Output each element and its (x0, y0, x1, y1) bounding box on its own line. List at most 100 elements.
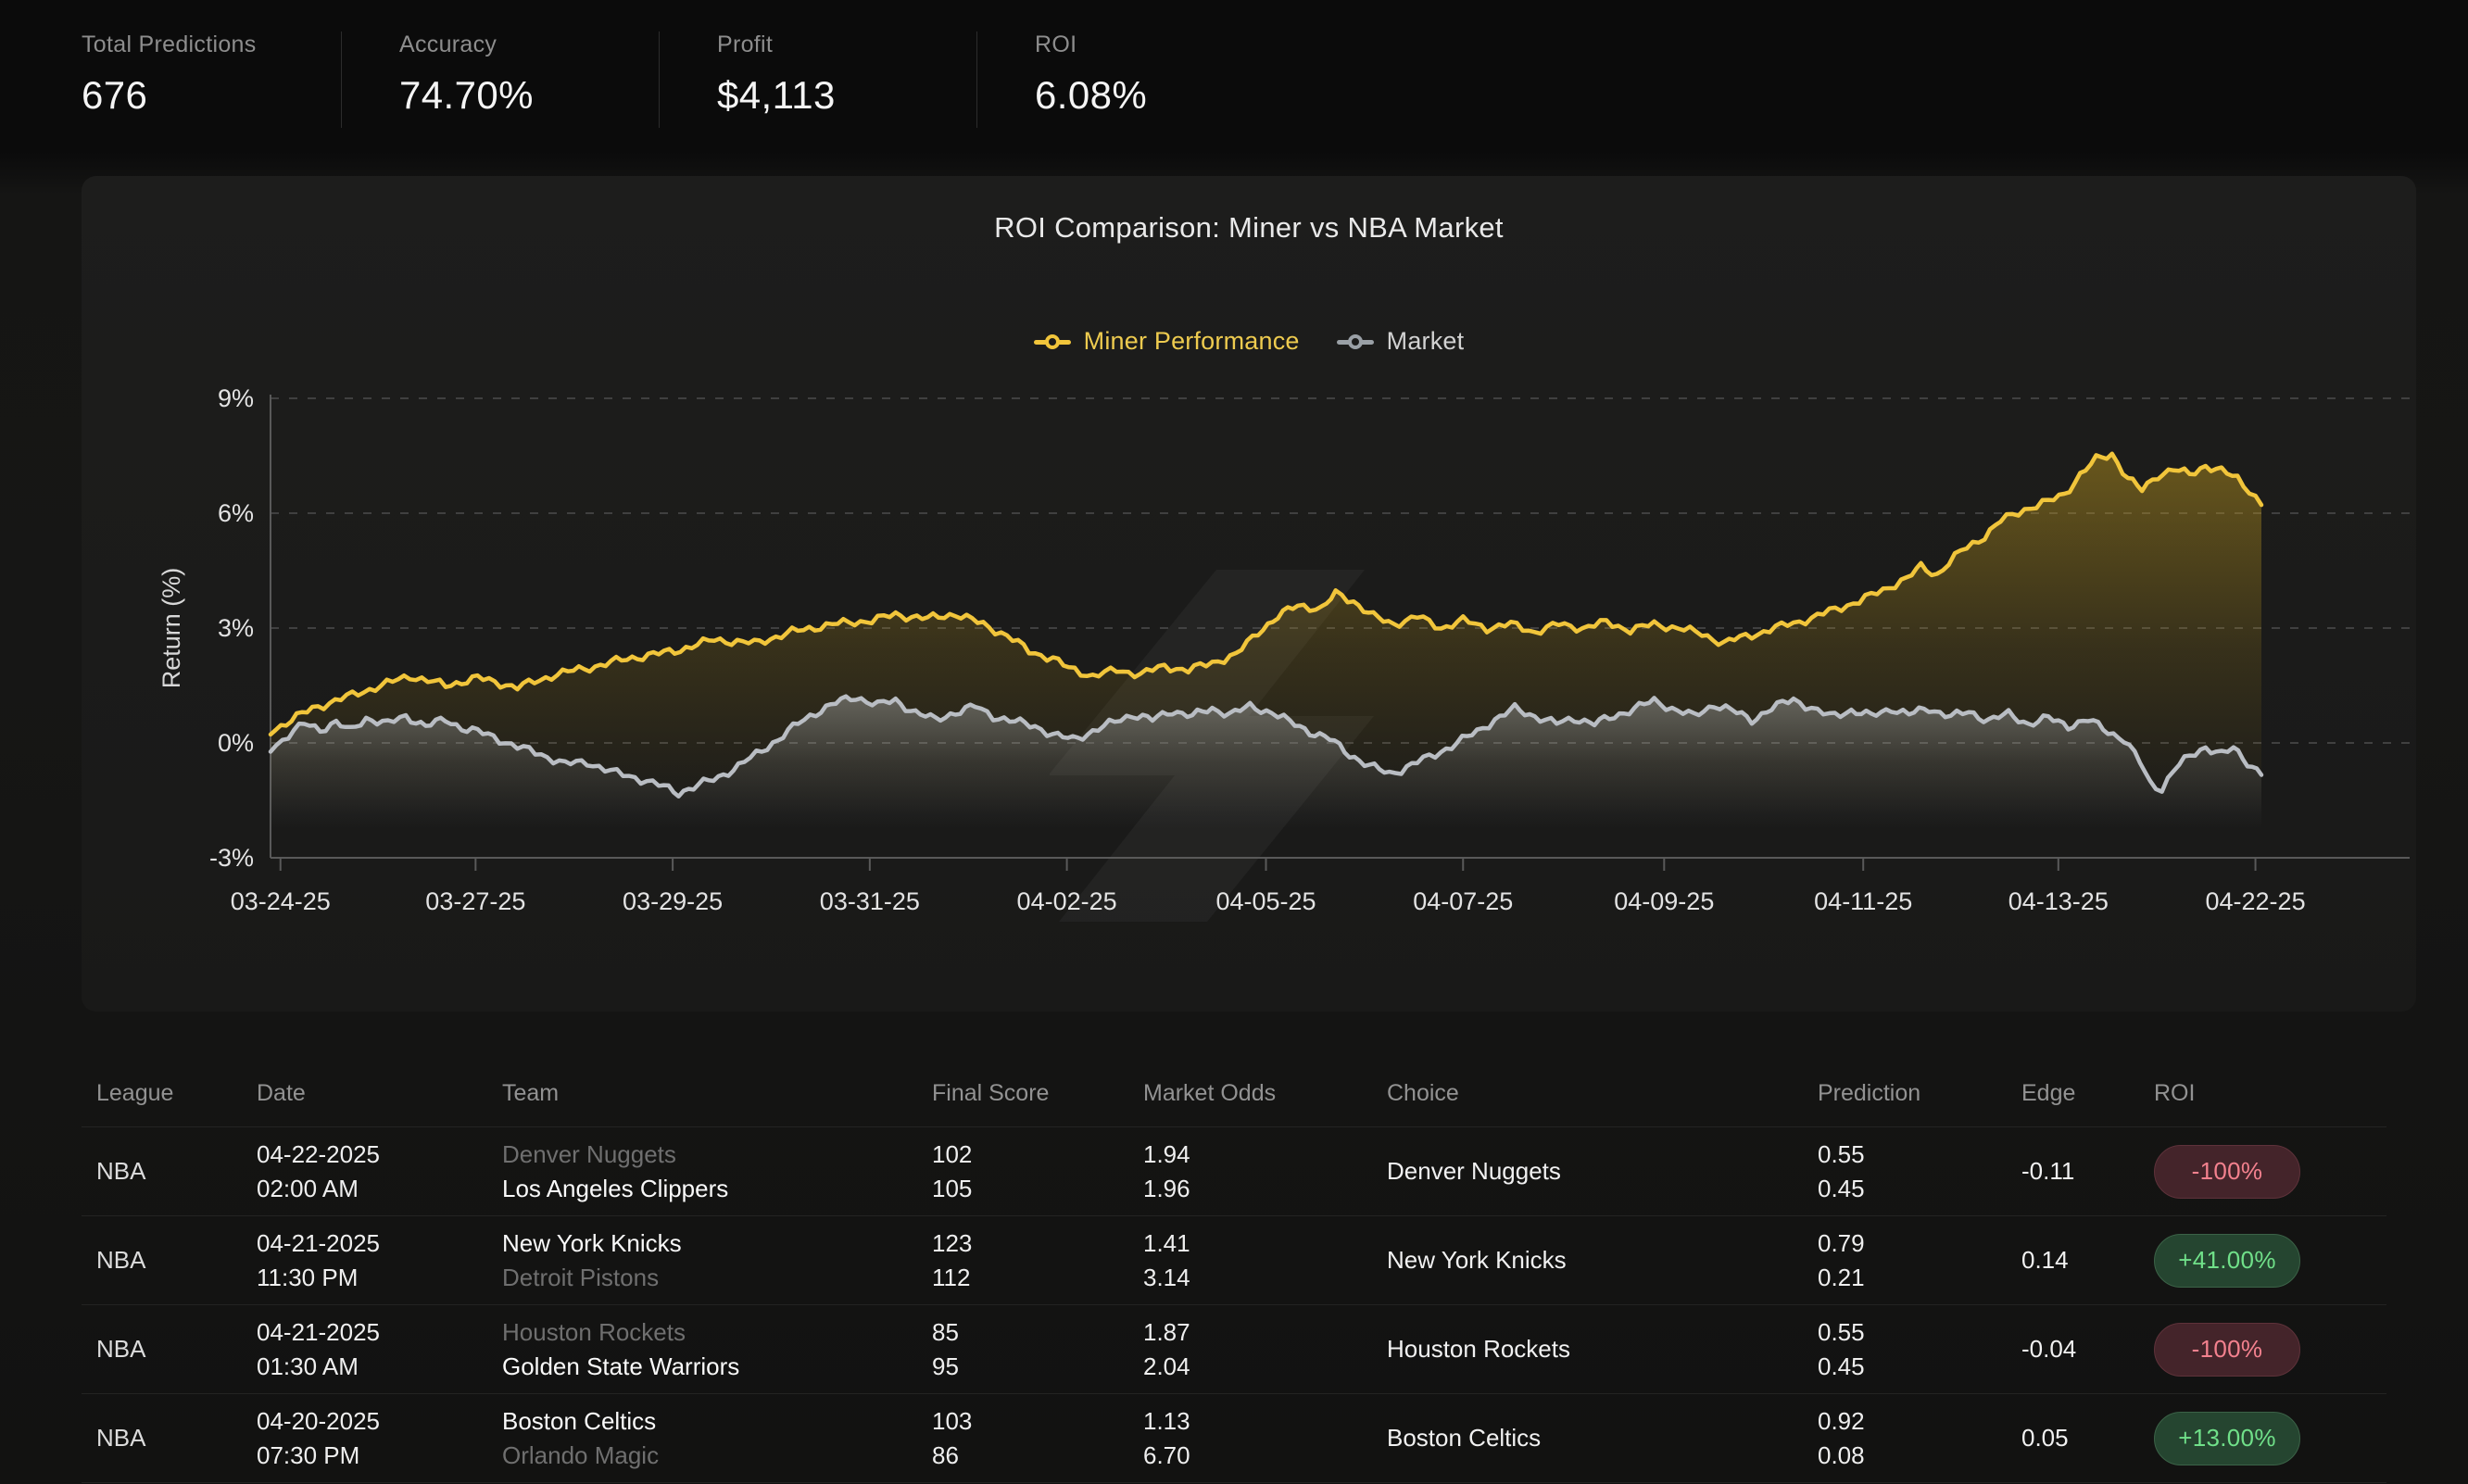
score-away: 123 (932, 1226, 1128, 1261)
odds-home: 3.14 (1143, 1261, 1372, 1295)
team-home: Golden State Warriors (502, 1350, 917, 1384)
top-stats-bar: Total Predictions 676 Accuracy 74.70% Pr… (0, 0, 2468, 152)
x-axis-tick-label: 04-11-25 (1814, 887, 1912, 915)
legend-label: Market (1387, 327, 1465, 356)
game-date: 04-20-2025 (257, 1404, 487, 1439)
market-odds-cell: 1.941.96 (1128, 1138, 1372, 1206)
roi-cell: -100% (2139, 1323, 2386, 1377)
prediction-home: 0.45 (1818, 1350, 2007, 1384)
x-axis-tick-label: 04-13-25 (2008, 887, 2109, 915)
col-header-edge: Edge (2007, 1080, 2139, 1107)
edge-cell: -0.04 (2007, 1335, 2139, 1364)
stat-label: Total Predictions (82, 31, 341, 58)
edge-value: 0.05 (2021, 1424, 2069, 1452)
market-odds-cell: 1.872.04 (1128, 1315, 1372, 1384)
prediction-cell: 0.790.21 (1803, 1226, 2007, 1295)
edge-value: -0.04 (2021, 1335, 2076, 1363)
roi-chart-card: 9%6%3%0%-3%03-24-2503-27-2503-29-2503-31… (82, 176, 2416, 1012)
roi-badge: -100% (2154, 1145, 2300, 1199)
y-axis-tick-label: -3% (209, 844, 254, 872)
prediction-home: 0.45 (1818, 1172, 2007, 1206)
score-away: 85 (932, 1315, 1128, 1350)
team-home: Orlando Magic (502, 1439, 917, 1473)
game-date: 04-21-2025 (257, 1315, 487, 1350)
choice-cell: New York Knicks (1372, 1246, 1803, 1275)
stat-accuracy: Accuracy 74.70% (399, 31, 659, 128)
odds-away: 1.13 (1143, 1404, 1372, 1439)
final-score-cell: 102105 (917, 1138, 1128, 1206)
edge-cell: -0.11 (2007, 1157, 2139, 1186)
stat-label: ROI (1035, 31, 1294, 58)
y-axis-title: Return (%) (157, 568, 185, 689)
team-away: Denver Nuggets (502, 1138, 917, 1172)
team-home: Detroit Pistons (502, 1261, 917, 1295)
stat-profit: Profit $4,113 (717, 31, 976, 128)
table-row: NBA 04-21-202501:30 AM Houston Rockets Gold… (82, 1305, 2386, 1394)
score-away: 102 (932, 1138, 1128, 1172)
chart-title: ROI Comparison: Miner vs NBA Market (82, 211, 2416, 245)
x-axis-tick-label: 04-22-25 (2206, 887, 2306, 915)
choice-team: New York Knicks (1387, 1246, 1567, 1274)
final-score-cell: 8595 (917, 1315, 1128, 1384)
odds-away: 1.94 (1143, 1138, 1372, 1172)
game-time: 07:30 PM (257, 1439, 487, 1473)
col-header-final-score: Final Score (917, 1080, 1128, 1107)
y-axis-tick-label: 6% (218, 499, 254, 527)
x-axis-tick-label: 03-31-25 (820, 887, 920, 915)
y-axis-tick-label: 0% (218, 729, 254, 757)
y-axis-tick-label: 3% (218, 614, 254, 642)
team-away: Boston Celtics (502, 1404, 917, 1439)
col-header-prediction: Prediction (1803, 1080, 2007, 1107)
market-odds-cell: 1.136.70 (1128, 1404, 1372, 1473)
choice-team: Houston Rockets (1387, 1335, 1570, 1363)
date-cell: 04-22-202502:00 AM (242, 1138, 487, 1206)
stat-divider (659, 31, 660, 128)
legend-label: Miner Performance (1084, 327, 1300, 356)
stat-value: $4,113 (717, 73, 976, 118)
team-cell: Denver NuggetsLos Angeles Clippers (487, 1138, 917, 1206)
x-axis-tick-label: 04-05-25 (1215, 887, 1316, 915)
legend-item-market[interactable]: Market (1337, 327, 1465, 356)
odds-home: 1.96 (1143, 1172, 1372, 1206)
score-home: 86 (932, 1439, 1128, 1473)
x-axis-tick-label: 04-07-25 (1413, 887, 1513, 915)
prediction-home: 0.08 (1818, 1439, 2007, 1473)
table-row: NBA04-21-202511:30 PMNew York KnicksDetr… (82, 1216, 2386, 1305)
table-row: NBA04-22-202502:00 AMDenver NuggetsLos A… (82, 1127, 2386, 1216)
league-cell: NBA (82, 1424, 242, 1453)
stat-value: 6.08% (1035, 73, 1294, 118)
choice-cell: Houston Rockets (1372, 1335, 1803, 1364)
table-header-row: League Date Team Final Score Market Odds… (82, 1061, 2386, 1127)
x-axis-tick-label: 03-27-25 (425, 887, 525, 915)
prediction-home: 0.21 (1818, 1261, 2007, 1295)
roi-cell: +41.00% (2139, 1234, 2386, 1288)
score-away: 103 (932, 1404, 1128, 1439)
game-date: 04-22-2025 (257, 1138, 487, 1172)
team-away: New York Knicks (502, 1226, 917, 1261)
league-cell: NBA (82, 1335, 242, 1364)
date-cell: 04-21-202511:30 PM (242, 1226, 487, 1295)
prediction-away: 0.55 (1818, 1138, 2007, 1172)
edge-cell: 0.14 (2007, 1246, 2139, 1275)
score-home: 112 (932, 1261, 1128, 1295)
x-axis-tick-label: 03-29-25 (623, 887, 723, 915)
stat-label: Profit (717, 31, 976, 58)
legend-item-miner-performance[interactable]: Miner Performance (1034, 327, 1300, 356)
roi-badge: +13.00% (2154, 1412, 2300, 1465)
edge-cell: 0.05 (2007, 1424, 2139, 1453)
stat-total-predictions: Total Predictions 676 (82, 31, 341, 128)
col-header-roi: ROI (2139, 1080, 2386, 1107)
stats-row: Total Predictions 676 Accuracy 74.70% Pr… (0, 0, 1294, 128)
choice-team: Boston Celtics (1387, 1424, 1541, 1452)
dashboard-page: { "stats": { "items": [ {"label": "Total… (0, 0, 2468, 1484)
date-cell: 04-20-202507:30 PM (242, 1404, 487, 1473)
game-time: 11:30 PM (257, 1261, 487, 1295)
roi-cell: +13.00% (2139, 1412, 2386, 1465)
table-body: NBA 04-22-202502:00 AMDenver NuggetsLos A… (82, 1127, 2386, 1483)
choice-team: Denver Nuggets (1387, 1157, 1561, 1185)
odds-home: 2.04 (1143, 1350, 1372, 1384)
odds-away: 1.41 (1143, 1226, 1372, 1261)
final-score-cell: 123112 (917, 1226, 1128, 1295)
prediction-cell: 0.550.45 (1803, 1315, 2007, 1384)
game-time: 01:30 AM (257, 1350, 487, 1384)
